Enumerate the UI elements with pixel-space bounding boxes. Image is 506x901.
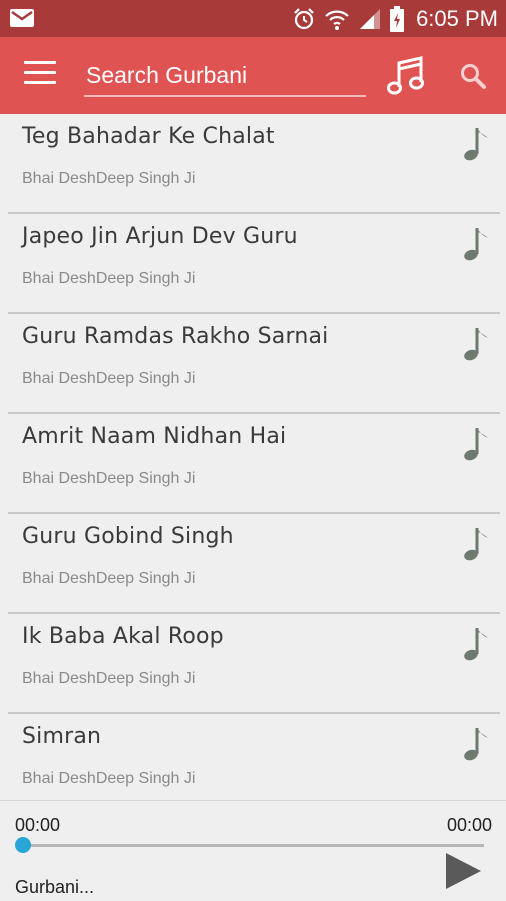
gurbani-list: Teg Bahadar Ke Chalat Bhai DeshDeep Sing… [0, 114, 506, 800]
music-note-icon[interactable] [460, 224, 492, 264]
item-title: Teg Bahadar Ke Chalat [22, 124, 275, 149]
menu-icon[interactable] [24, 61, 56, 91]
elapsed-time: 00:00 [15, 815, 61, 835]
alarm-icon [294, 8, 314, 30]
battery-icon [390, 6, 405, 32]
item-title: Ik Baba Akal Roop [22, 624, 224, 649]
item-title: Guru Gobind Singh [22, 524, 234, 549]
music-note-icon[interactable] [460, 724, 492, 764]
list-item[interactable]: Teg Bahadar Ke Chalat Bhai DeshDeep Sing… [8, 114, 500, 214]
search-field [84, 57, 370, 97]
duration-time: 00:00 [446, 815, 492, 835]
status-icons: 6:05 PM [292, 5, 498, 33]
item-title: Guru Ramdas Rakho Sarnai [22, 324, 329, 349]
play-icon[interactable] [443, 851, 483, 891]
item-title: Amrit Naam Nidhan Hai [22, 424, 287, 449]
item-artist: Bhai DeshDeep Singh Ji [22, 670, 196, 687]
status-time: 6:05 PM [416, 6, 498, 31]
item-title: Japeo Jin Arjun Dev Guru [22, 224, 298, 249]
mail-icon [10, 9, 34, 27]
music-note-icon[interactable] [460, 424, 492, 464]
status-bar: 6:05 PM [0, 0, 506, 37]
list-item[interactable]: Guru Gobind Singh Bhai DeshDeep Singh Ji [8, 514, 500, 614]
music-notes-icon[interactable] [385, 55, 427, 97]
list-item[interactable]: Japeo Jin Arjun Dev Guru Bhai DeshDeep S… [8, 214, 500, 314]
item-artist: Bhai DeshDeep Singh Ji [22, 770, 196, 787]
music-note-icon[interactable] [460, 124, 492, 164]
search-icon[interactable] [458, 61, 488, 91]
item-artist: Bhai DeshDeep Singh Ji [22, 370, 196, 387]
list-item[interactable]: Amrit Naam Nidhan Hai Bhai DeshDeep Sing… [8, 414, 500, 514]
item-artist: Bhai DeshDeep Singh Ji [22, 270, 196, 287]
music-note-icon[interactable] [460, 624, 492, 664]
item-artist: Bhai DeshDeep Singh Ji [22, 470, 196, 487]
list-item[interactable]: Simran Bhai DeshDeep Singh Ji [8, 714, 500, 800]
app-bar [0, 37, 506, 114]
item-artist: Bhai DeshDeep Singh Ji [22, 170, 196, 187]
player-bar: 00:00 00:00 Gurbani... [0, 800, 506, 901]
signal-icon [360, 9, 381, 29]
wifi-icon [325, 10, 349, 30]
seek-handle[interactable] [15, 837, 31, 853]
music-note-icon[interactable] [460, 324, 492, 364]
now-playing-title: Gurbani... [15, 877, 95, 897]
music-note-icon[interactable] [460, 524, 492, 564]
seek-bar[interactable] [22, 844, 484, 847]
search-input[interactable] [84, 57, 370, 93]
list-item[interactable]: Ik Baba Akal Roop Bhai DeshDeep Singh Ji [8, 614, 500, 714]
item-title: Simran [22, 724, 102, 749]
item-artist: Bhai DeshDeep Singh Ji [22, 570, 196, 587]
list-item[interactable]: Guru Ramdas Rakho Sarnai Bhai DeshDeep S… [8, 314, 500, 414]
